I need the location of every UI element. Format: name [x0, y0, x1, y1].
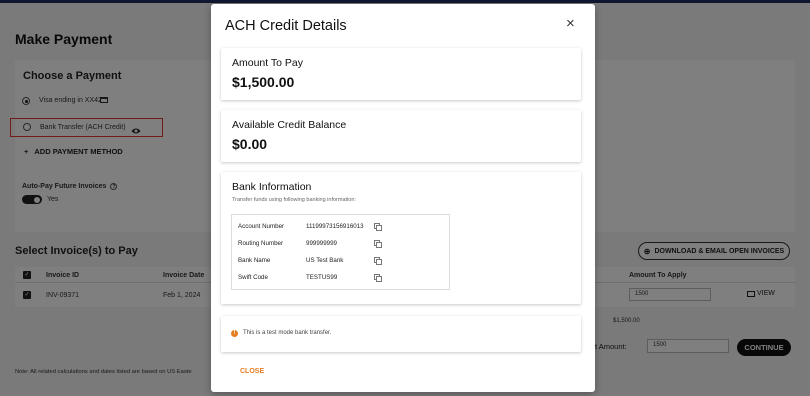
modal-title: ACH Credit Details — [225, 18, 347, 34]
close-icon[interactable]: × — [566, 15, 575, 32]
copy-icon[interactable] — [374, 223, 382, 231]
test-mode-notice-card: ! This is a test mode bank transfer. — [221, 316, 581, 352]
amount-to-pay-card: Amount To Pay $1,500.00 — [221, 48, 581, 100]
credit-balance-card: Available Credit Balance $0.00 — [221, 110, 581, 162]
copy-icon[interactable] — [374, 274, 382, 282]
bank-row-label: Bank Name — [238, 257, 271, 264]
account-number-value: 11199973156916013 — [306, 223, 364, 230]
ach-credit-modal: ACH Credit Details × Amount To Pay $1,50… — [211, 4, 595, 392]
bank-row-label: Routing Number — [238, 240, 284, 247]
close-button[interactable]: CLOSE — [240, 368, 264, 375]
credit-balance-label: Available Credit Balance — [232, 119, 347, 131]
copy-icon[interactable] — [374, 240, 382, 248]
warning-icon: ! — [231, 330, 238, 337]
routing-number-value: 999999999 — [306, 240, 337, 247]
bank-information-card: Bank Information Transfer funds using fo… — [221, 172, 581, 304]
amount-to-pay-label: Amount To Pay — [232, 57, 304, 69]
bank-name-value: US Test Bank — [306, 257, 344, 264]
bank-information-title: Bank Information — [232, 181, 312, 193]
credit-balance-value: $0.00 — [232, 136, 268, 152]
swift-code-value: TESTUS99 — [306, 274, 338, 281]
copy-icon[interactable] — [374, 257, 382, 265]
test-mode-notice-text: This is a test mode bank transfer. — [243, 330, 332, 336]
bank-row-label: Swift Code — [238, 274, 268, 281]
amount-to-pay-value: $1,500.00 — [232, 74, 295, 90]
bank-info-table: Account Number 11199973156916013 Routing… — [231, 214, 450, 290]
bank-row-label: Account Number — [238, 223, 285, 230]
bank-information-subtitle: Transfer funds using following banking i… — [232, 197, 356, 203]
